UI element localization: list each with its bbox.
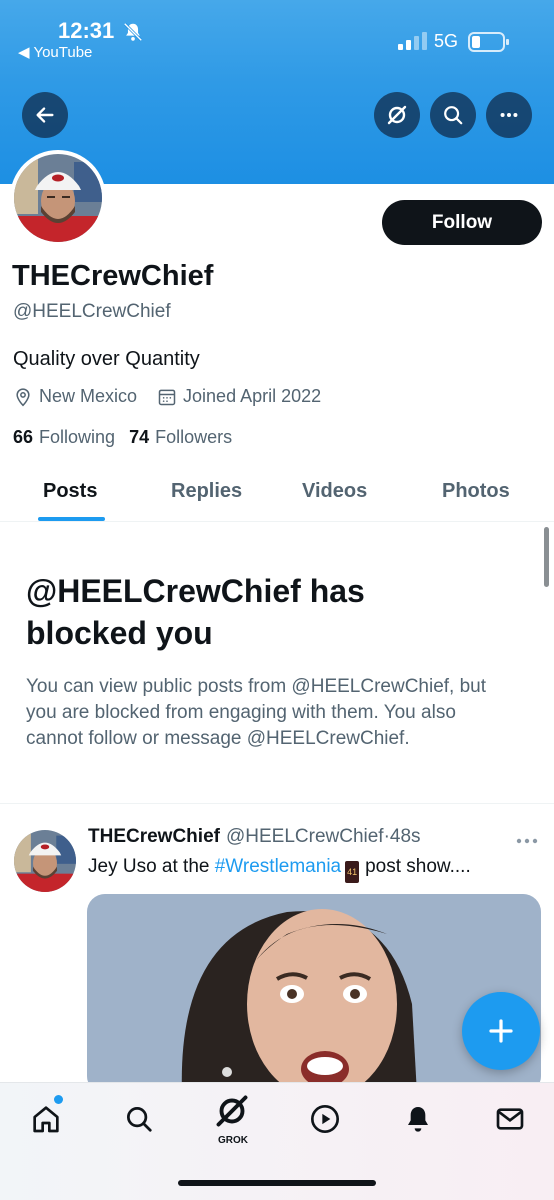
notifications-icon [408,1107,428,1132]
active-tab-indicator [38,517,105,521]
compose-button[interactable] [462,992,540,1070]
network-type: 5G [434,31,459,51]
grok-label: GROK [218,1135,248,1146]
tab-posts[interactable]: Posts [43,480,97,503]
nav-search[interactable] [121,1101,157,1137]
post-header: THECrewChief @HEELCrewChief · 48s [88,826,421,848]
grok-icon [216,1095,248,1127]
post-more-icon[interactable] [516,838,538,844]
signal-icon [398,32,427,50]
post-author-handle: @HEELCrewChief [225,826,384,847]
scrollbar[interactable] [544,527,549,587]
post-text: Jey Uso at the #Wrestlemania 41 post show.… [88,856,471,883]
grok-icon [387,105,407,125]
nav-notifications[interactable] [400,1101,436,1137]
divider [0,803,554,804]
more-icon [500,112,518,118]
tab-replies[interactable]: Replies [171,480,242,503]
nav-video[interactable] [307,1101,343,1137]
tab-photos[interactable]: Photos [442,480,510,503]
search-icon [444,106,463,125]
location: New Mexico [13,386,137,407]
post-time: 48s [389,826,421,847]
home-notification-dot [54,1095,63,1104]
battery-icon [468,32,509,52]
search-icon [127,1107,152,1132]
nav-grok[interactable] [214,1093,250,1129]
bell-off-icon [123,22,143,42]
blocked-title: @HEELCrewChief has blocked you [26,573,365,651]
back-triangle-icon: ◀ [18,44,34,61]
home-indicator[interactable] [178,1180,376,1186]
back-to-app-link[interactable]: ◀ YouTube [18,43,92,61]
follow-button[interactable]: Follow [382,200,542,245]
location-icon [16,387,30,406]
profile-tabs: Posts Replies Videos Photos [0,462,554,522]
wrestlemania-emoji: 41 [345,861,360,883]
calendar-icon [158,389,176,405]
display-name: THECrewChief [12,260,214,292]
search-button[interactable] [430,92,476,138]
post-avatar[interactable] [14,830,76,892]
avatar-image [14,154,102,242]
messages-icon [496,1108,524,1130]
joined-date: Joined April 2022 [157,386,321,407]
grok-button[interactable] [374,92,420,138]
blocked-description: You can view public posts from @HEELCrew… [26,676,487,749]
profile-meta: New Mexico Joined April 2022 [13,386,341,407]
back-button[interactable] [22,92,68,138]
plus-icon [489,1019,513,1043]
tab-videos[interactable]: Videos [302,480,367,503]
profile-handle: @HEELCrewChief [13,301,171,322]
video-icon [311,1105,339,1133]
home-icon [33,1106,59,1133]
more-button[interactable] [486,92,532,138]
post-author-name[interactable]: THECrewChief [88,826,220,848]
nav-home[interactable] [28,1101,64,1137]
nav-messages[interactable] [492,1101,528,1137]
status-time: 12:31 [58,18,115,43]
followers-link[interactable]: 74 Followers [129,427,232,448]
post-media-image[interactable] [87,894,541,1094]
profile-avatar[interactable] [10,150,106,246]
follow-stats: 66 Following 74 Followers [13,427,246,448]
profile-bio: Quality over Quantity [13,348,200,370]
following-link[interactable]: 66 Following [13,427,115,448]
hashtag-link[interactable]: #Wrestlemania [215,856,341,877]
back-arrow-icon [36,107,54,123]
